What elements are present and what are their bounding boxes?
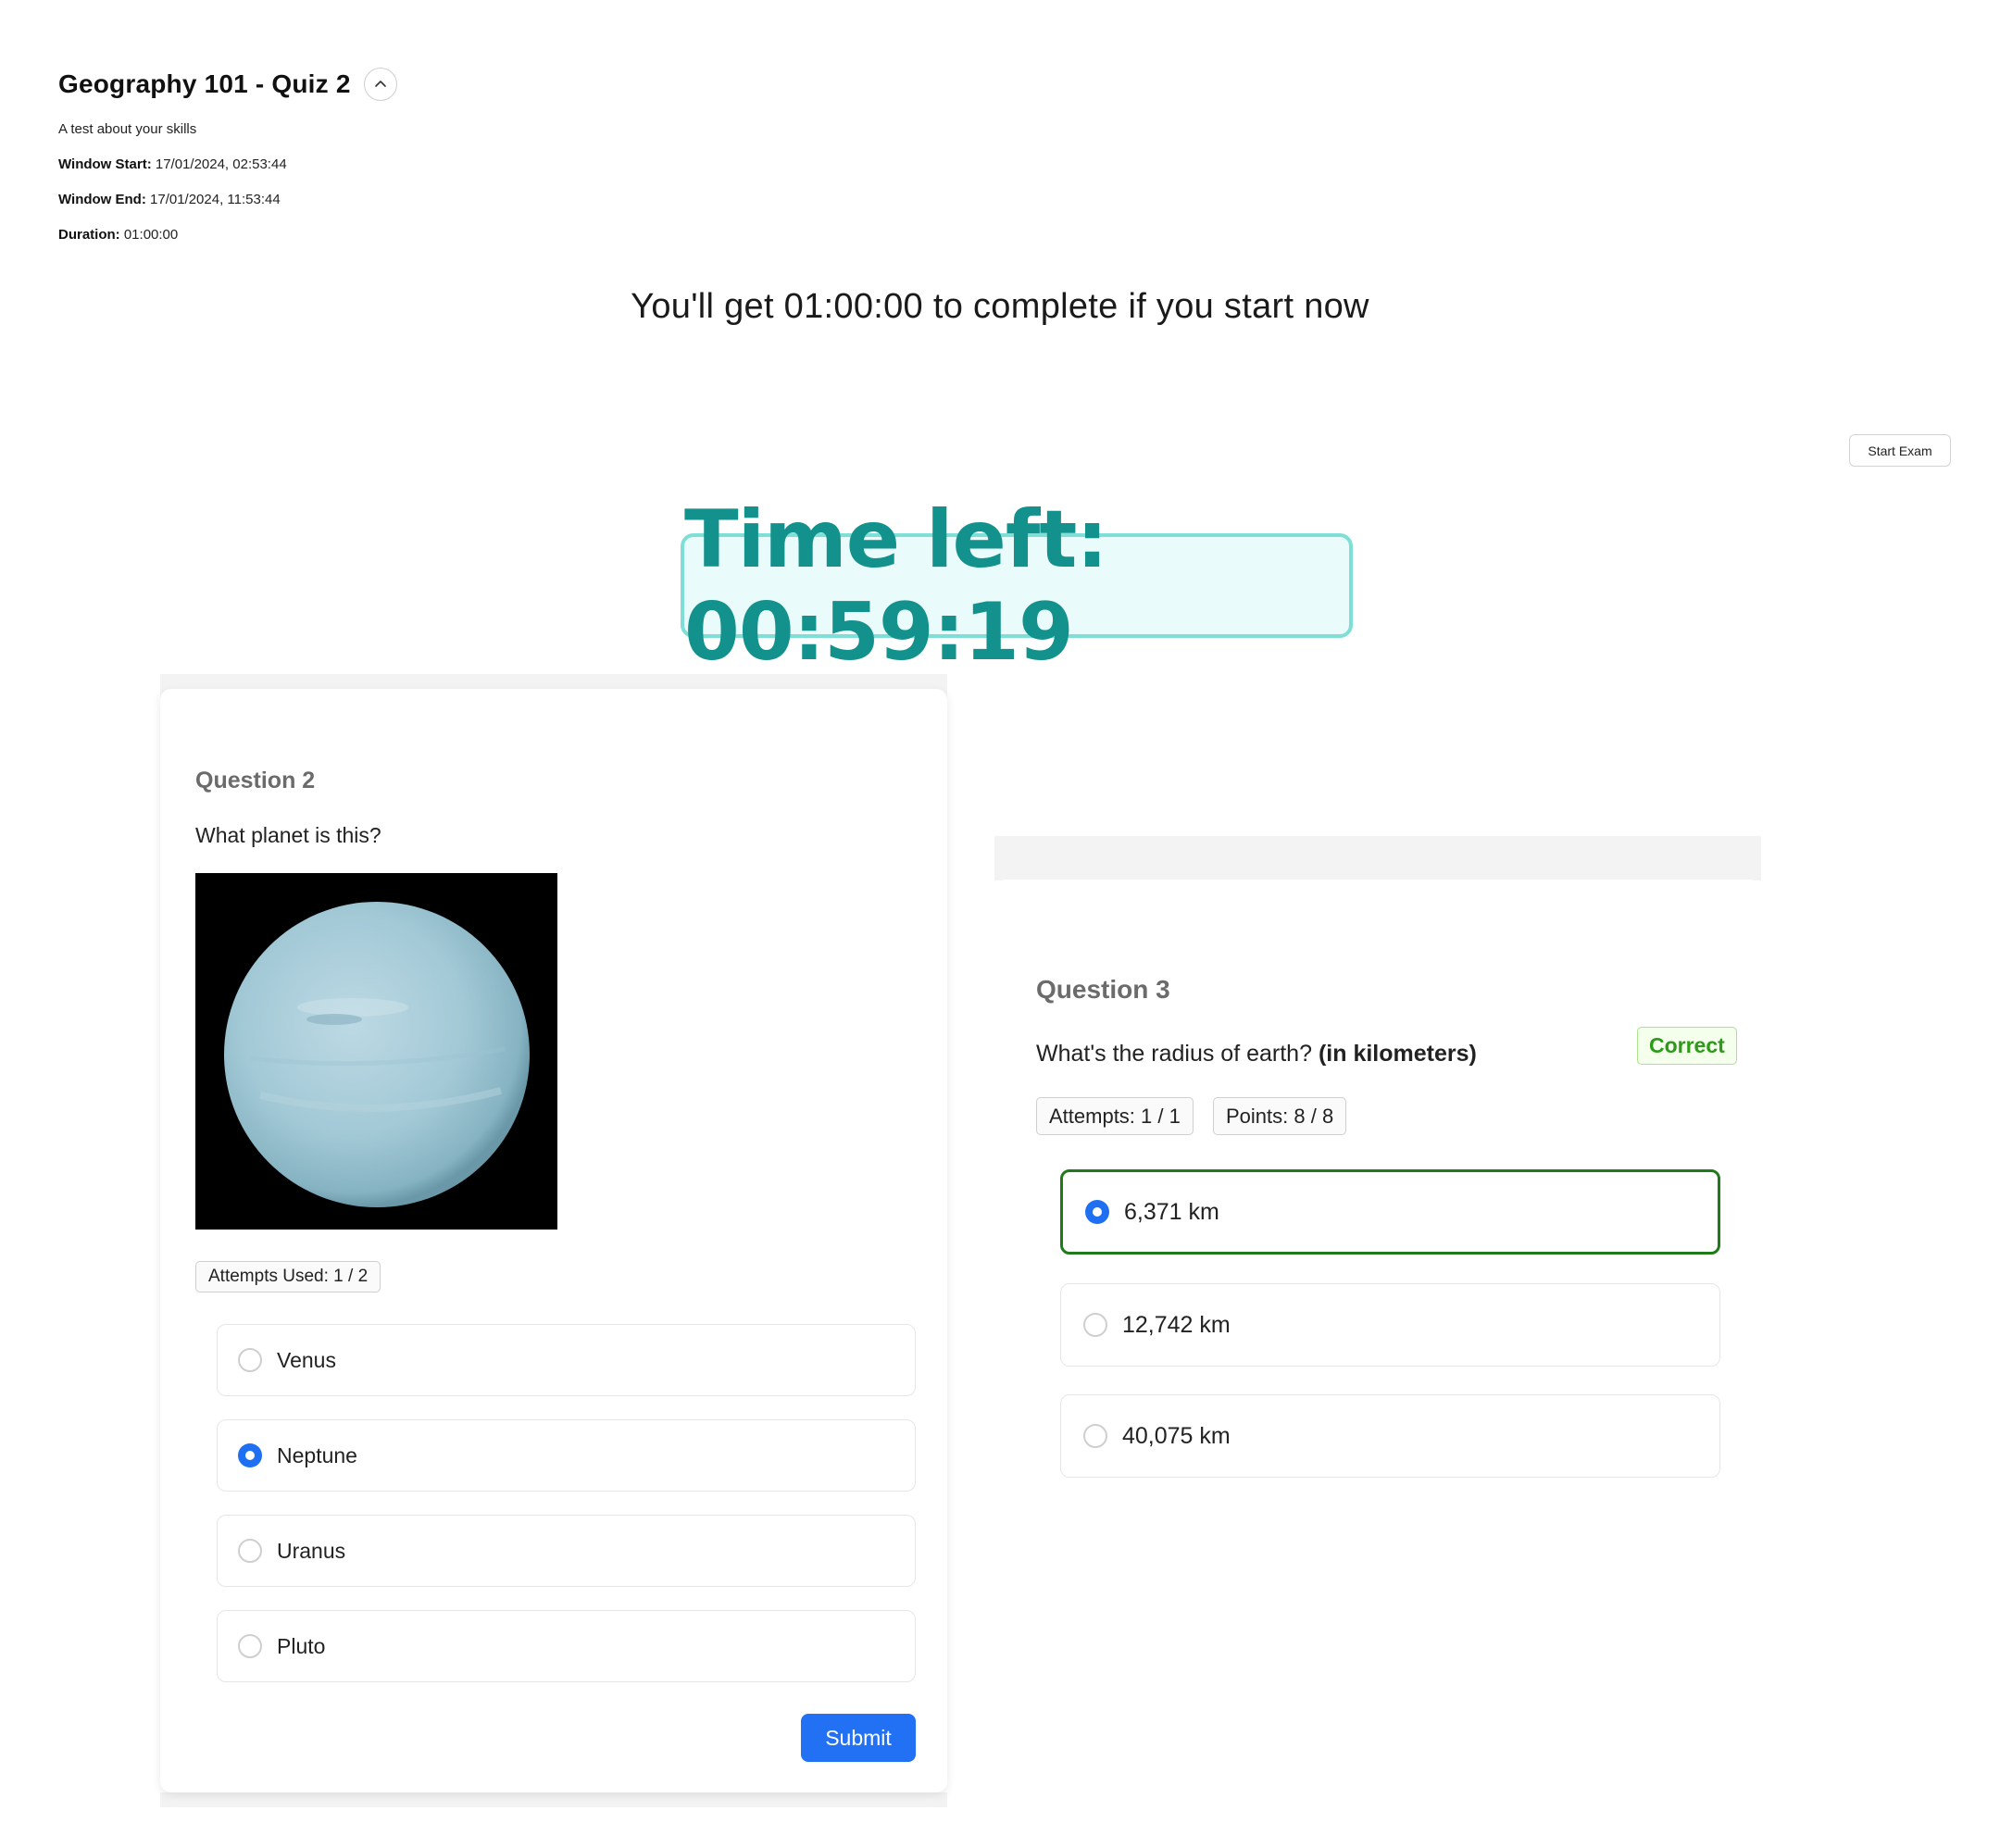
option-label: 12,742 km [1122, 1311, 1231, 1338]
chevron-up-icon [374, 81, 386, 87]
option-label: Neptune [277, 1442, 357, 1467]
radio-venus[interactable] [238, 1348, 262, 1372]
question-3-text: What's the radius of earth? (in kilomete… [1036, 1041, 1477, 1068]
question-3-text-bold: (in kilometers) [1318, 1041, 1477, 1067]
option-12742-km[interactable]: 12,742 km [1060, 1283, 1720, 1367]
radio-uranus[interactable] [238, 1539, 262, 1563]
submit-button[interactable]: Submit [801, 1714, 916, 1762]
window-end-label: Window End: [58, 192, 146, 207]
card-bottom-strip [160, 1792, 947, 1807]
neptune-planet-image [195, 873, 557, 1230]
window-end-value: 17/01/2024, 11:53:44 [150, 192, 281, 207]
option-pluto[interactable]: Pluto [217, 1610, 916, 1682]
collapse-button[interactable] [363, 68, 397, 101]
option-6371-km[interactable]: 6,371 km [1060, 1169, 1720, 1255]
radio-pluto[interactable] [238, 1634, 262, 1658]
option-label: Venus [277, 1347, 336, 1372]
start-message: You'll get 01:00:00 to complete if you s… [631, 287, 1369, 326]
radio-neptune[interactable] [238, 1443, 262, 1467]
option-label: Pluto [277, 1633, 326, 1658]
radio-6371-km[interactable] [1085, 1200, 1109, 1224]
duration-label: Duration: [58, 227, 120, 243]
correct-status-badge: Correct [1637, 1027, 1737, 1065]
option-neptune[interactable]: Neptune [217, 1419, 916, 1492]
radio-12742-km[interactable] [1083, 1313, 1107, 1337]
window-end: Window End: 17/01/2024, 11:53:44 [58, 192, 281, 207]
option-label: Uranus [277, 1538, 346, 1563]
window-start: Window Start: 17/01/2024, 02:53:44 [58, 156, 287, 172]
window-start-value: 17/01/2024, 02:53:44 [155, 156, 287, 172]
option-label: 6,371 km [1124, 1198, 1219, 1225]
card-top-strip [994, 836, 1761, 880]
question-3-heading: Question 3 [1036, 975, 1170, 1004]
quiz-header: Geography 101 - Quiz 2 [58, 68, 397, 101]
option-uranus[interactable]: Uranus [217, 1515, 916, 1587]
timer-box: Time left: 00:59:19 [681, 493, 1353, 679]
points-badge: Points: 8 / 8 [1213, 1097, 1347, 1135]
question-2-text: What planet is this? [195, 823, 381, 847]
attempts-used-badge: Attempts Used: 1 / 2 [195, 1261, 381, 1292]
option-label: 40,075 km [1122, 1422, 1231, 1449]
attempts-badge: Attempts: 1 / 1 [1036, 1097, 1194, 1135]
duration: Duration: 01:00:00 [58, 227, 178, 243]
option-venus[interactable]: Venus [217, 1324, 916, 1396]
question-2-heading: Question 2 [195, 768, 316, 793]
question-3-text-main: What's the radius of earth? [1036, 1041, 1312, 1067]
timer-text: Time left: 00:59:19 [684, 493, 1108, 679]
quiz-title: Geography 101 - Quiz 2 [58, 69, 351, 98]
radio-40075-km[interactable] [1083, 1424, 1107, 1448]
window-start-label: Window Start: [58, 156, 152, 172]
duration-value: 01:00:00 [123, 227, 179, 243]
quiz-description: A test about your skills [58, 121, 197, 137]
planet-illustration [224, 902, 530, 1207]
start-exam-button[interactable]: Start Exam [1849, 434, 1951, 467]
option-40075-km[interactable]: 40,075 km [1060, 1394, 1720, 1478]
